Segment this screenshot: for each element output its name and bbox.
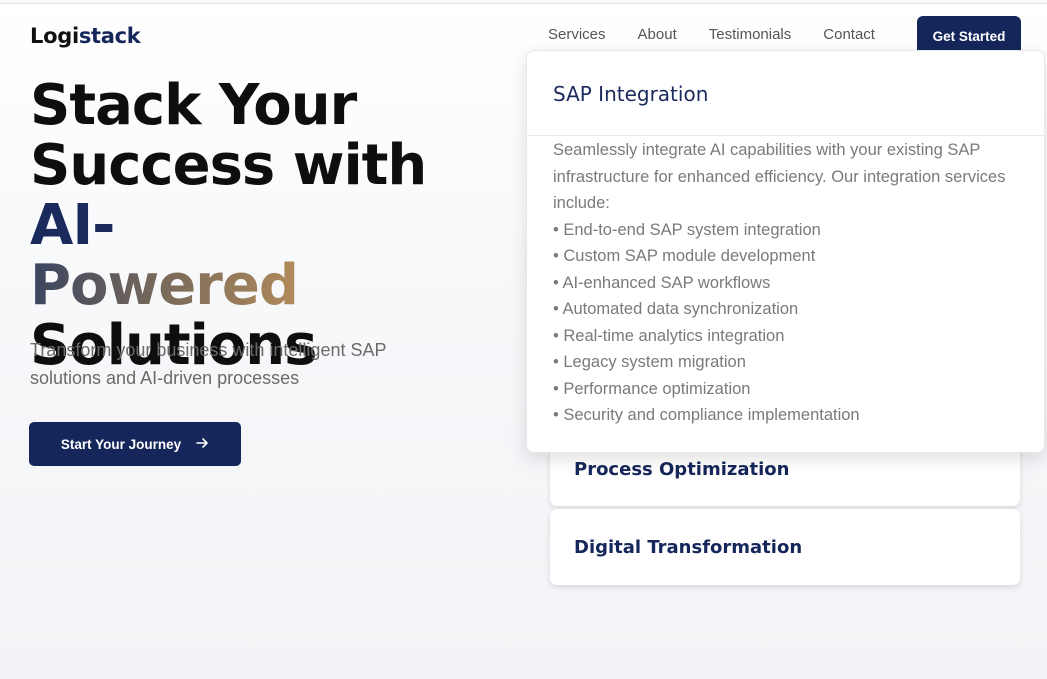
feature-item: End-to-end SAP system integration — [553, 217, 1023, 244]
feature-item: Legacy system migration — [553, 349, 1023, 376]
nav-about[interactable]: About — [638, 26, 677, 43]
nav-testimonials[interactable]: Testimonials — [709, 26, 792, 43]
service-detail-popup[interactable]: SAP Integration Seamlessly integrate AI … — [526, 50, 1045, 453]
service-card-label: Digital Transformation — [574, 536, 803, 558]
feature-item: Performance optimization — [553, 376, 1023, 403]
popup-title: SAP Integration — [553, 82, 709, 106]
hero-line1: Stack Your — [30, 73, 357, 138]
feature-item: Custom SAP module development — [553, 243, 1023, 270]
hero-subtitle: Transform your business with intelligent… — [30, 340, 387, 388]
hero-line2a: Success with — [30, 133, 427, 198]
feature-item: AI-enhanced SAP workflows — [553, 270, 1023, 297]
start-journey-button[interactable]: Start Your Journey — [29, 422, 241, 466]
service-card-digital-transformation[interactable]: Digital Transformation — [550, 509, 1020, 585]
popup-divider — [527, 135, 1044, 136]
feature-item: Real-time analytics integration — [553, 323, 1023, 350]
logo-part1: Logi — [30, 24, 79, 48]
nav-services[interactable]: Services — [548, 26, 606, 43]
logo[interactable]: Logistack — [30, 24, 141, 48]
hero-title: Stack Your Success with AI- Powered Solu… — [30, 76, 510, 376]
feature-list: End-to-end SAP system integration Custom… — [553, 217, 1023, 429]
feature-item: Security and compliance implementation — [553, 402, 1023, 429]
main-nav: Services About Testimonials Contact — [548, 26, 907, 43]
start-journey-label: Start Your Journey — [60, 436, 182, 452]
popup-description: Seamlessly integrate AI capabilities wit… — [553, 141, 1006, 212]
popup-body: Seamlessly integrate AI capabilities wit… — [553, 137, 1023, 429]
arrow-right-icon — [195, 436, 209, 453]
feature-item: Automated data synchronization — [553, 296, 1023, 323]
top-border — [0, 0, 1047, 4]
logo-part2: stack — [78, 24, 141, 48]
hero-line2b: AI- — [30, 193, 115, 258]
service-card-label: Process Optimization — [574, 459, 790, 480]
hero-line3: Powered — [30, 253, 299, 318]
nav-contact[interactable]: Contact — [823, 26, 875, 43]
